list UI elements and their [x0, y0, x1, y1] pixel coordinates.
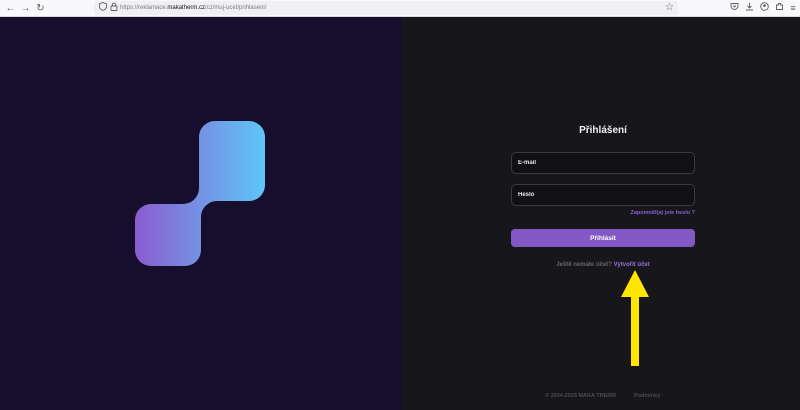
forward-icon[interactable]: → [19, 2, 32, 15]
url-domain: makatherm.cz [167, 5, 206, 11]
browser-toolbar: ← → ↻ https://reklamace.makatherm.cz/cz/… [0, 0, 800, 17]
signup-prompt: Ještě nemáte účet? Vytvořit účet [511, 262, 695, 268]
password-input[interactable] [511, 184, 695, 206]
brand-logo-icon [135, 121, 265, 266]
back-icon[interactable]: ← [4, 2, 17, 15]
login-title: Přihlášení [579, 125, 627, 136]
email-input[interactable] [511, 152, 695, 174]
lock-icon[interactable] [108, 2, 120, 14]
create-account-link[interactable]: Vytvořit účet [614, 262, 650, 268]
footer-copyright: © 2024-2025 MAKA THERM [545, 393, 616, 399]
login-button[interactable]: Přihlásit [511, 229, 695, 247]
account-icon[interactable] [758, 2, 770, 15]
hamburger-menu-icon[interactable]: ≡ [787, 2, 799, 15]
url-text[interactable]: https://reklamace.makatherm.cz/cz/muj-uc… [120, 2, 266, 14]
annotation-arrow-icon [621, 270, 649, 366]
url-prefix: https://reklamace. [120, 5, 168, 11]
terms-link[interactable]: Podmínky [634, 393, 660, 399]
reload-icon[interactable]: ↻ [34, 2, 47, 15]
pocket-icon[interactable] [728, 2, 740, 15]
address-bar[interactable]: https://reklamace.makatherm.cz/cz/muj-uc… [94, 1, 678, 15]
extensions-icon[interactable] [773, 2, 785, 15]
download-icon[interactable] [743, 2, 755, 15]
signup-prompt-text: Ještě nemáte účet? [556, 262, 612, 268]
url-path: /cz/muj-ucet/prihlaseni/ [205, 5, 267, 11]
forgot-password-link[interactable]: Zapomněl(a) jste heslo ? [511, 210, 695, 216]
bookmark-star-icon[interactable]: ☆ [665, 2, 674, 14]
